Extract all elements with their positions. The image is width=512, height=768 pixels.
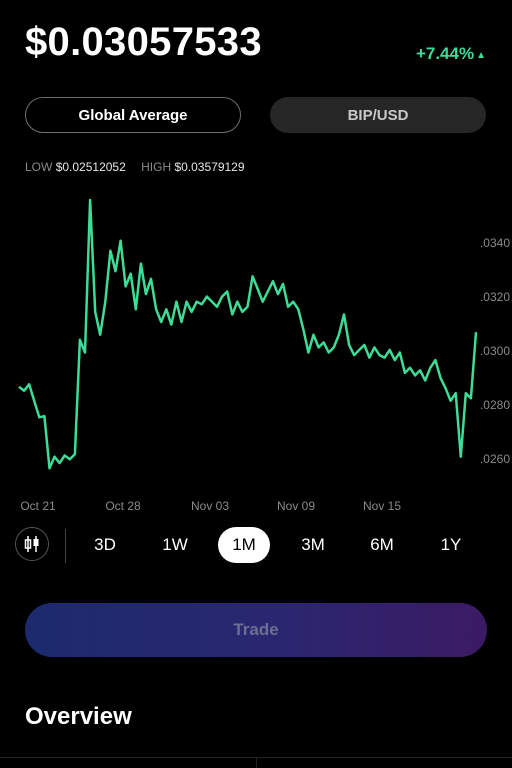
low-label: LOW [25,160,53,174]
y-tick-label: .0260 [480,452,510,466]
candlestick-icon [24,536,39,552]
range-1y[interactable]: 1Y [425,527,477,563]
low-value: $0.02512052 [55,160,126,174]
y-tick-label: .0340 [480,236,510,250]
price-change-label: +7.44% [415,44,475,63]
trade-button[interactable]: Trade [25,603,487,657]
range-1w[interactable]: 1W [149,527,201,563]
price-line [18,198,478,470]
low-high-stats: LOW $0.02512052 HIGH $0.03579129 [25,160,257,174]
toggle-bip-usd[interactable]: BIP/USD [270,97,486,133]
price-chart[interactable]: .0340 .0320 .0300 .0280 .0260 Oct 21 Oct 28 Nov… [0,180,512,520]
x-tick-label: Nov 15 [363,499,401,513]
candlestick-toggle-button[interactable] [15,527,49,561]
x-tick-label: Oct 28 [105,499,141,513]
x-tick-label: Nov 09 [277,499,315,513]
section-divider-tick [256,757,257,768]
range-bar: 3D 1W 1M 3M 6M 1Y [0,527,512,567]
y-tick-label: .0320 [480,290,510,304]
y-tick-label: .0280 [480,398,510,412]
x-tick-label: Oct 21 [20,499,56,513]
high-label: HIGH [141,160,172,174]
range-6m[interactable]: 6M [356,527,408,563]
range-3d[interactable]: 3D [79,527,131,563]
range-separator [65,529,66,563]
triangle-up-icon: ▲ [476,50,486,61]
high-value: $0.03579129 [174,160,245,174]
range-1m[interactable]: 1M [218,527,270,563]
price-value: $0.03057533 [25,20,262,64]
range-3m[interactable]: 3M [287,527,339,563]
price-change: +7.44% ▲ [416,44,486,64]
y-tick-label: .0300 [480,344,510,358]
overview-heading: Overview [25,703,132,730]
toggle-global-average[interactable]: Global Average [25,97,241,133]
x-tick-label: Nov 03 [191,499,229,513]
